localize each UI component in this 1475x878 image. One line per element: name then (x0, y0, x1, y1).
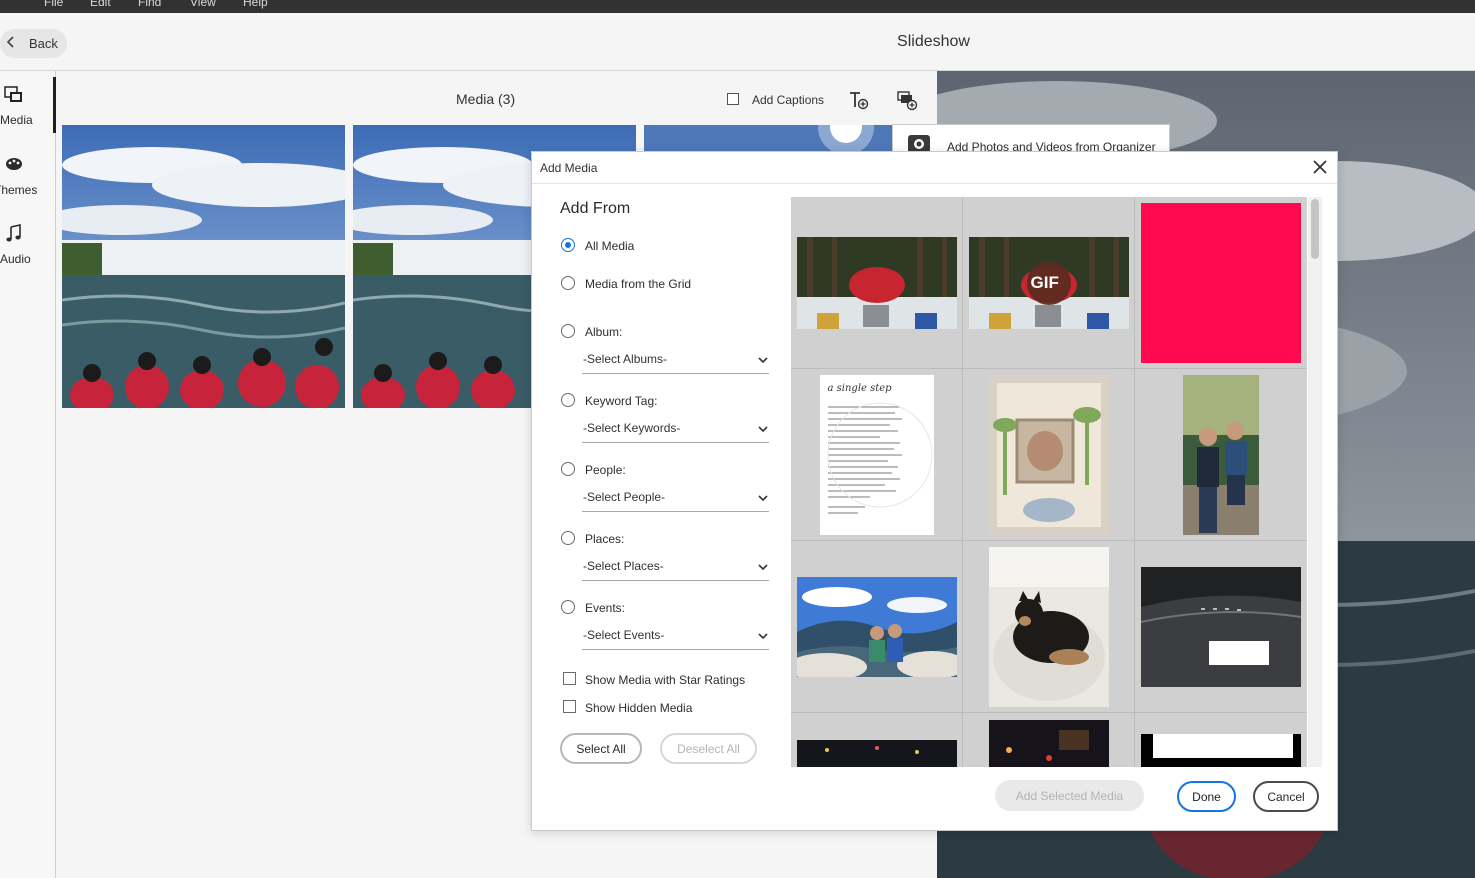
close-icon[interactable] (1311, 158, 1329, 176)
add-media-icon[interactable] (896, 89, 918, 111)
chevron-down-icon (757, 354, 769, 366)
media-icon (4, 85, 24, 105)
keyword-select[interactable]: -Select Keywords- (582, 419, 769, 443)
media-tile[interactable] (1135, 197, 1306, 368)
star-ratings-checkbox[interactable] (563, 672, 576, 685)
media-tile[interactable] (1135, 541, 1306, 712)
media-grid-label: Media from the Grid (585, 277, 692, 291)
left-nav: Media Themes Audio (0, 71, 56, 878)
media-tile[interactable] (791, 713, 962, 767)
media-tile[interactable]: GIF (963, 197, 1134, 368)
done-button[interactable]: Done (1177, 781, 1236, 812)
add-selected-media-button[interactable]: Add Selected Media (995, 780, 1144, 811)
hidden-media-label: Show Hidden Media (585, 701, 693, 715)
grid-divider (1134, 197, 1135, 767)
places-select-value: -Select Places- (583, 559, 664, 573)
menu-find[interactable]: Find (138, 0, 161, 9)
select-all-button[interactable]: Select All (560, 733, 642, 764)
grid-divider (962, 197, 963, 767)
all-media-label: All Media (585, 239, 635, 253)
add-captions-checkbox[interactable] (727, 93, 739, 105)
radio-keyword-tag[interactable] (561, 393, 575, 407)
quote-title: a single step (827, 382, 892, 394)
deselect-all-button[interactable]: Deselect All (660, 733, 757, 764)
grid-scrollbar[interactable] (1308, 197, 1322, 767)
gif-badge: GIF (1030, 272, 1059, 292)
add-captions-label: Add Captions (752, 93, 825, 107)
add-media-dialog: Add Media Add From All Media Media from … (531, 151, 1338, 831)
events-select-value: -Select Events- (583, 628, 665, 642)
header: Back Slideshow (0, 13, 1475, 71)
media-tile[interactable] (791, 541, 962, 712)
hidden-media-checkbox[interactable] (563, 700, 576, 713)
chevron-down-icon (757, 630, 769, 642)
media-count-title: Media (3) (456, 91, 516, 107)
add-from-heading: Add From (560, 200, 631, 217)
radio-album[interactable] (561, 324, 575, 338)
media-tile[interactable] (1135, 713, 1306, 767)
keyword-select-value: -Select Keywords- (583, 421, 681, 435)
page-title: Slideshow (897, 33, 970, 50)
nav-item-audio[interactable]: Audio (0, 224, 56, 274)
events-label: Events: (585, 601, 626, 615)
media-tile[interactable] (963, 713, 1134, 767)
grid-divider (791, 368, 1307, 369)
people-select[interactable]: -Select People- (582, 488, 769, 512)
star-ratings-label: Show Media with Star Ratings (585, 673, 746, 687)
places-select[interactable]: -Select Places- (582, 557, 769, 581)
chevron-down-icon (757, 492, 769, 504)
people-select-value: -Select People- (583, 490, 666, 504)
chevron-down-icon (757, 561, 769, 573)
radio-all-media[interactable] (561, 238, 575, 252)
media-grid: GIF a single step (791, 197, 1307, 767)
media-thumbnail[interactable] (62, 125, 345, 408)
grid-divider (791, 712, 1307, 713)
dialog-header: Add Media (532, 152, 1337, 184)
album-label: Album: (585, 325, 623, 339)
nav-audio-label: Audio (0, 252, 31, 266)
menu-bar: File Edit Find View Help (0, 0, 1475, 13)
media-tile[interactable] (963, 369, 1134, 540)
media-tile[interactable] (1135, 369, 1306, 540)
keyword-tag-label: Keyword Tag: (585, 394, 658, 408)
chevron-down-icon (757, 423, 769, 435)
nav-item-media[interactable]: Media (0, 85, 56, 135)
radio-places[interactable] (561, 531, 575, 545)
menu-view[interactable]: View (190, 0, 216, 9)
cancel-button[interactable]: Cancel (1253, 781, 1319, 812)
nav-item-themes[interactable]: Themes (0, 155, 56, 205)
album-select[interactable]: -Select Albums- (582, 350, 769, 374)
album-select-value: -Select Albums- (583, 352, 668, 366)
events-select[interactable]: -Select Events- (582, 626, 769, 650)
radio-events[interactable] (561, 600, 575, 614)
media-tile[interactable] (963, 541, 1134, 712)
nav-media-label: Media (0, 113, 33, 127)
radio-media-from-grid[interactable] (561, 276, 575, 290)
media-tile[interactable] (791, 197, 962, 368)
radio-people[interactable] (561, 462, 575, 476)
music-note-icon (4, 224, 24, 244)
menu-file[interactable]: File (44, 0, 63, 9)
media-tile[interactable]: a single step (791, 369, 962, 540)
menu-help[interactable]: Help (243, 0, 268, 9)
menu-edit[interactable]: Edit (90, 0, 111, 9)
palette-icon (4, 155, 24, 175)
places-label: Places: (585, 532, 625, 546)
dialog-title: Add Media (540, 161, 598, 175)
scrollbar-thumb[interactable] (1311, 199, 1319, 259)
grid-divider (791, 540, 1307, 541)
add-text-icon[interactable] (848, 89, 870, 111)
nav-themes-label: Themes (0, 183, 38, 197)
people-label: People: (585, 463, 626, 477)
